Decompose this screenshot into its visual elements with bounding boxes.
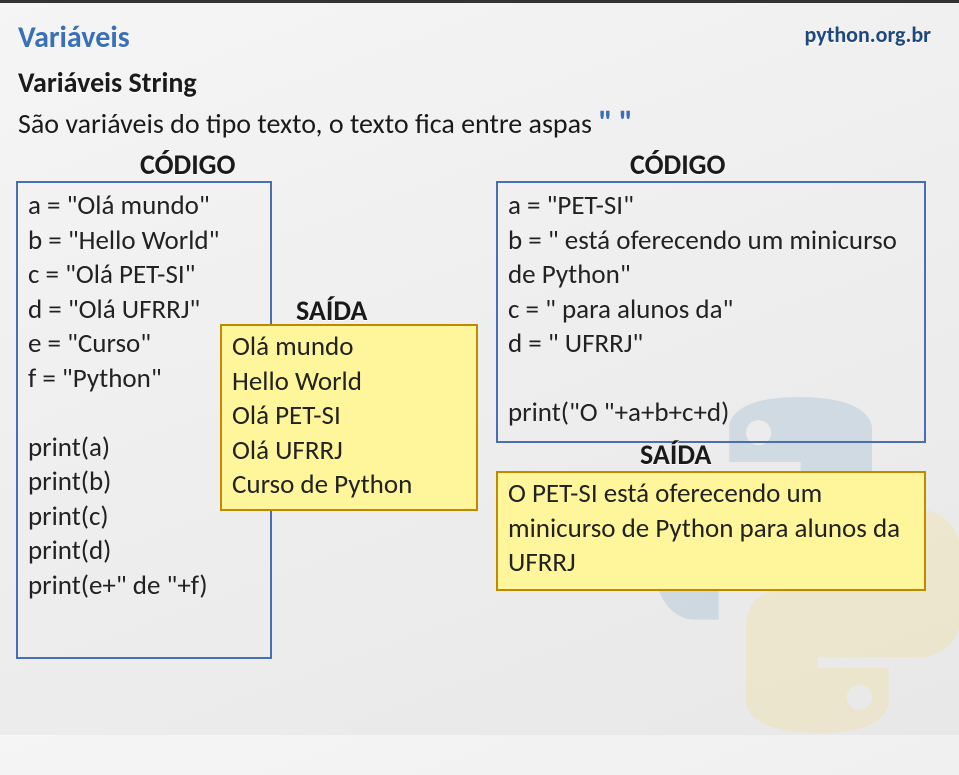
label-codigo-left: CÓDIGO xyxy=(140,147,235,182)
code-line: Hello World xyxy=(232,365,466,400)
code-line: d = " UFRRJ" xyxy=(508,327,914,362)
intro-body: São variáveis do tipo texto, o texto fic… xyxy=(18,106,592,141)
code-line: a = "PET-SI" xyxy=(508,189,914,224)
code-line: print(e+" de "+f) xyxy=(28,569,260,604)
quote-open: " xyxy=(598,103,612,142)
code-line: d = "Olá UFRRJ" xyxy=(28,293,260,328)
code-line: c = " para alunos da" xyxy=(508,293,914,328)
page-title: Variáveis xyxy=(18,19,130,56)
code-line: b = " está oferecendo um minicurso de Py… xyxy=(508,224,914,293)
code-line: Olá UFRRJ xyxy=(232,434,466,469)
code-line: print("O "+a+b+c+d) xyxy=(508,396,914,431)
code-line xyxy=(508,362,914,397)
code-line: Curso de Python xyxy=(232,468,466,503)
label-saida-left: SAÍDA xyxy=(296,293,367,328)
code-line: c = "Olá PET-SI" xyxy=(28,258,260,293)
code-line: Olá mundo xyxy=(232,330,466,365)
code-line: print(d) xyxy=(28,534,260,569)
code-line: O PET-SI está oferecendo um minicurso de… xyxy=(508,477,914,581)
label-codigo-right: CÓDIGO xyxy=(630,147,725,182)
code-line: a = "Olá mundo" xyxy=(28,189,260,224)
output-box-right: O PET-SI está oferecendo um minicurso de… xyxy=(496,471,926,591)
intro-text: São variáveis do tipo texto, o texto fic… xyxy=(18,103,633,142)
code-box-right: a = "PET-SI"b = " está oferecendo um min… xyxy=(496,181,926,443)
site-link[interactable]: python.org.br xyxy=(805,21,931,48)
section-subtitle: Variáveis String xyxy=(18,65,197,100)
output-box-left: Olá mundoHello WorldOlá PET-SIOlá UFRRJC… xyxy=(220,324,478,511)
label-saida-right: SAÍDA xyxy=(640,437,711,472)
quote-close: " xyxy=(619,103,633,142)
code-line: Olá PET-SI xyxy=(232,399,466,434)
code-line: b = "Hello World" xyxy=(28,224,260,259)
